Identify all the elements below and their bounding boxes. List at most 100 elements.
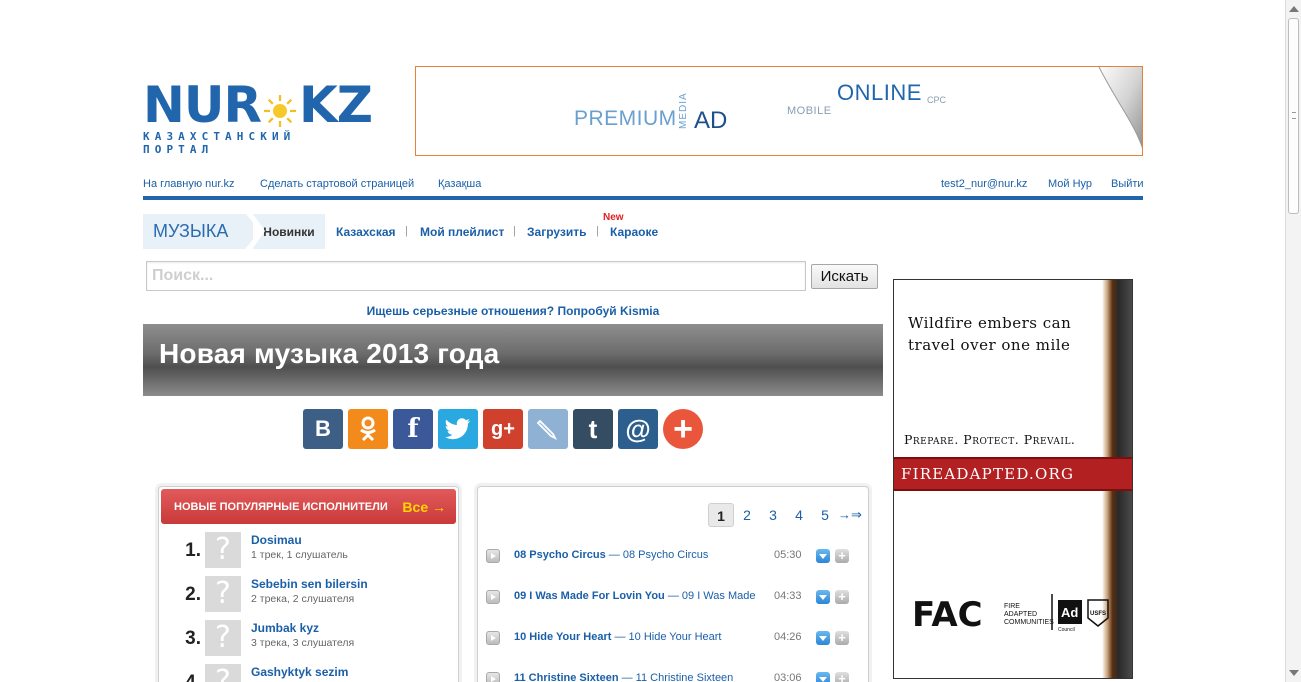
scrollbar-thumb[interactable] [1288, 18, 1299, 214]
more-share-button[interactable]: + [663, 409, 703, 449]
track-title-link[interactable]: 09 I Was Made For Lovin You — 09 I Was M… [514, 590, 764, 602]
page-4-link[interactable]: 4 [786, 503, 812, 527]
top-banner-ad[interactable]: PREMIUM MEDIA AD MOBILE ONLINE CPC [415, 66, 1143, 156]
logo-text-right: KZ [298, 76, 373, 134]
track-album: — 11 Christine Sixteen [621, 672, 734, 682]
kazakh-language-link[interactable]: Қазақша [438, 178, 481, 190]
popular-artists-panel: НОВЫЕ ПОПУЛЯРНЫЕ ИСПОЛНИТЕЛИ Все → 1. ? … [158, 486, 459, 682]
track-title-link[interactable]: 11 Christine Sixteen — 11 Christine Sixt… [514, 672, 764, 682]
artist-rank: 3. [185, 628, 201, 649]
odnoklassniki-share-button[interactable] [348, 409, 388, 449]
fac-mark: FAC [912, 595, 983, 635]
vk-share-button[interactable]: В [303, 409, 343, 449]
page-3-link[interactable]: 3 [760, 503, 786, 527]
vk-icon: В [315, 416, 331, 441]
banner-premium-text: PREMIUM [574, 107, 677, 130]
artist-row: 2. ? Sebebin sen bilersin 2 трека, 2 слу… [179, 576, 449, 616]
add-to-playlist-icon[interactable]: + [835, 631, 849, 645]
track-duration: 04:26 [774, 631, 802, 643]
livejournal-share-button[interactable] [528, 409, 568, 449]
artist-name-link[interactable]: Sebebin sen bilersin [251, 577, 368, 591]
artist-name-link[interactable]: Jumbak kyz [251, 621, 319, 635]
track-title: 08 Psycho Circus [514, 549, 606, 561]
ad-headline: Wildfire embers can travel over one mile [908, 312, 1071, 356]
tab-karaoke[interactable]: Караоке [610, 225, 658, 239]
artist-stats: 1 трек, 1 слушатель [251, 549, 348, 561]
page-curl-icon [1098, 67, 1142, 149]
ad-url: FIREADAPTED.ORG [894, 457, 1132, 491]
twitter-share-button[interactable] [438, 409, 478, 449]
fac-line1: FIRE [1004, 603, 1020, 610]
scroll-up-arrow-icon[interactable] [1289, 6, 1299, 12]
tab-my-playlist[interactable]: Мой плейлист [420, 225, 504, 239]
next-page-link[interactable]: →⇒ [838, 507, 868, 523]
odnoklassniki-icon [360, 416, 376, 442]
tumblr-icon: t [588, 413, 598, 444]
mail-share-button[interactable]: @ [618, 409, 658, 449]
banner-cpc-text: CPC [927, 95, 947, 105]
tumblr-share-button[interactable]: t [573, 409, 613, 449]
play-icon[interactable] [486, 590, 500, 604]
scroll-down-arrow-icon[interactable] [1289, 670, 1299, 676]
my-nur-link[interactable]: Мой Нур [1048, 178, 1092, 190]
track-title-link[interactable]: 08 Psycho Circus — 08 Psycho Circus [514, 549, 764, 561]
download-icon[interactable] [816, 672, 830, 682]
grip-icon [1292, 112, 1296, 119]
site-logo[interactable]: NUR KZ КАЗАХСТАНСКИЙ ПОРТАЛ [143, 80, 373, 156]
tab-kazakh[interactable]: Казахская [336, 225, 396, 239]
track-duration: 03:06 [774, 672, 802, 682]
artist-avatar[interactable]: ? [205, 576, 241, 612]
google-plus-share-button[interactable]: g+ [483, 409, 523, 449]
pagination: 1 2 3 4 5 →⇒ [708, 503, 868, 527]
download-icon[interactable] [816, 590, 830, 604]
fac-line2: ADAPTED [1004, 611, 1037, 618]
set-start-page-link[interactable]: Сделать стартовой страницей [260, 178, 414, 190]
track-row: 11 Christine Sixteen — 11 Christine Sixt… [486, 670, 854, 682]
artist-name-link[interactable]: Dosimau [251, 533, 302, 547]
search-button[interactable]: Искать [811, 264, 878, 289]
play-icon[interactable] [486, 631, 500, 645]
facebook-share-button[interactable]: f [393, 409, 433, 449]
add-to-playlist-icon[interactable]: + [835, 549, 849, 563]
add-to-playlist-icon[interactable]: + [835, 590, 849, 604]
track-duration: 04:33 [774, 590, 802, 602]
tab-separator: | [596, 225, 599, 237]
page-title-bar: Новая музыка 2013 года [143, 324, 883, 396]
music-section-tabs: МУЗЫКА Новинки Казахская | Мой плейлист … [143, 212, 883, 250]
all-artists-link[interactable]: Все → [402, 499, 446, 515]
promo-link[interactable]: Ищешь серьезные отношения? Попробуй Kism… [143, 304, 883, 318]
artist-avatar[interactable]: ? [205, 620, 241, 656]
user-email-link[interactable]: test2_nur@nur.kz [941, 178, 1027, 190]
search-input[interactable] [147, 262, 805, 290]
section-label-music[interactable]: МУЗЫКА [143, 214, 260, 249]
artist-avatar[interactable]: ? [205, 532, 241, 568]
artist-avatar[interactable]: ? [205, 664, 241, 682]
ad-slogan: Prepare. Protect. Prevail. [904, 432, 1076, 447]
artist-stats: 2 трека, 2 слушателя [251, 593, 355, 605]
page-5-link[interactable]: 5 [812, 503, 838, 527]
popular-artists-title: НОВЫЕ ПОПУЛЯРНЫЕ ИСПОЛНИТЕЛИ [174, 501, 388, 513]
artist-rank: 2. [185, 584, 201, 605]
track-album: — 08 Psycho Circus [608, 549, 709, 561]
download-icon[interactable] [816, 631, 830, 645]
tab-upload[interactable]: Загрузить [527, 225, 586, 239]
artist-row: 3. ? Jumbak kyz 3 трека, 3 слушателя [179, 620, 449, 660]
artist-name-link[interactable]: Gashyktyk sezim [251, 665, 348, 679]
track-album: — 10 Hide Your Heart [614, 631, 722, 643]
twitter-icon [445, 418, 470, 440]
page-1-link[interactable]: 1 [708, 503, 734, 527]
play-icon[interactable] [486, 672, 500, 682]
add-to-playlist-icon[interactable]: + [835, 672, 849, 682]
tab-separator: | [405, 225, 408, 237]
ad-headline-line1: Wildfire embers can [908, 314, 1072, 332]
logout-link[interactable]: Выйти [1111, 178, 1144, 190]
tab-new-releases[interactable]: Новинки [253, 214, 325, 249]
page-2-link[interactable]: 2 [734, 503, 760, 527]
track-row: 10 Hide Your Heart — 10 Hide Your Heart … [486, 629, 854, 649]
track-title-link[interactable]: 10 Hide Your Heart — 10 Hide Your Heart [514, 631, 764, 643]
side-banner-ad[interactable]: Wildfire embers can travel over one mile… [893, 279, 1133, 679]
download-icon[interactable] [816, 549, 830, 563]
play-icon[interactable] [486, 549, 500, 563]
vertical-scrollbar[interactable] [1285, 0, 1301, 682]
home-link[interactable]: На главную nur.kz [143, 178, 235, 190]
